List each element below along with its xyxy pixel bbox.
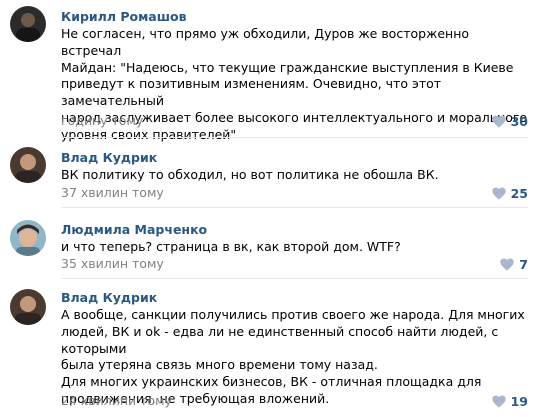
divider: [61, 278, 528, 279]
like-button[interactable]: 7: [500, 256, 528, 272]
like-button[interactable]: 19: [491, 393, 528, 409]
comment-item: Влад Кудрик А вообще, санкции получились…: [0, 280, 542, 417]
comment-item: Кирилл Ромашов Не согласен, что прямо уж…: [0, 0, 542, 142]
comment-text: и что теперь? страница в вк, как второй …: [61, 239, 401, 254]
comment-author[interactable]: Влад Кудрик: [61, 150, 157, 165]
divider: [61, 137, 528, 138]
comment-item: Влад Кудрик ВК политику то обходил, но в…: [0, 140, 542, 208]
comment-time[interactable]: 37 хвилин тому: [61, 185, 164, 200]
comment-author[interactable]: Кирилл Ромашов: [61, 9, 187, 24]
like-count: 19: [510, 393, 528, 409]
avatar[interactable]: [10, 147, 46, 183]
heart-icon: [491, 395, 506, 408]
heart-icon: [491, 115, 506, 128]
like-count: 7: [519, 256, 528, 272]
comment-time[interactable]: 35 хвилин тому: [61, 256, 164, 271]
avatar[interactable]: [10, 6, 46, 42]
comment-time[interactable]: годину тому: [61, 113, 143, 128]
comment-time[interactable]: 24 хвилини тому: [61, 393, 172, 408]
comment-author[interactable]: Влад Кудрик: [61, 290, 157, 305]
like-button[interactable]: 25: [491, 185, 528, 201]
like-button[interactable]: 30: [491, 113, 528, 129]
comment-author[interactable]: Людмила Марченко: [61, 222, 207, 237]
avatar[interactable]: [10, 220, 46, 256]
heart-icon: [500, 258, 515, 271]
comment-item: Людмила Марченко и что теперь? страница …: [0, 208, 542, 280]
comment-text: ВК политику то обходил, но вот политика …: [61, 167, 439, 182]
like-count: 25: [510, 185, 528, 201]
avatar[interactable]: [10, 289, 46, 325]
like-count: 30: [510, 113, 528, 129]
heart-icon: [491, 187, 506, 200]
